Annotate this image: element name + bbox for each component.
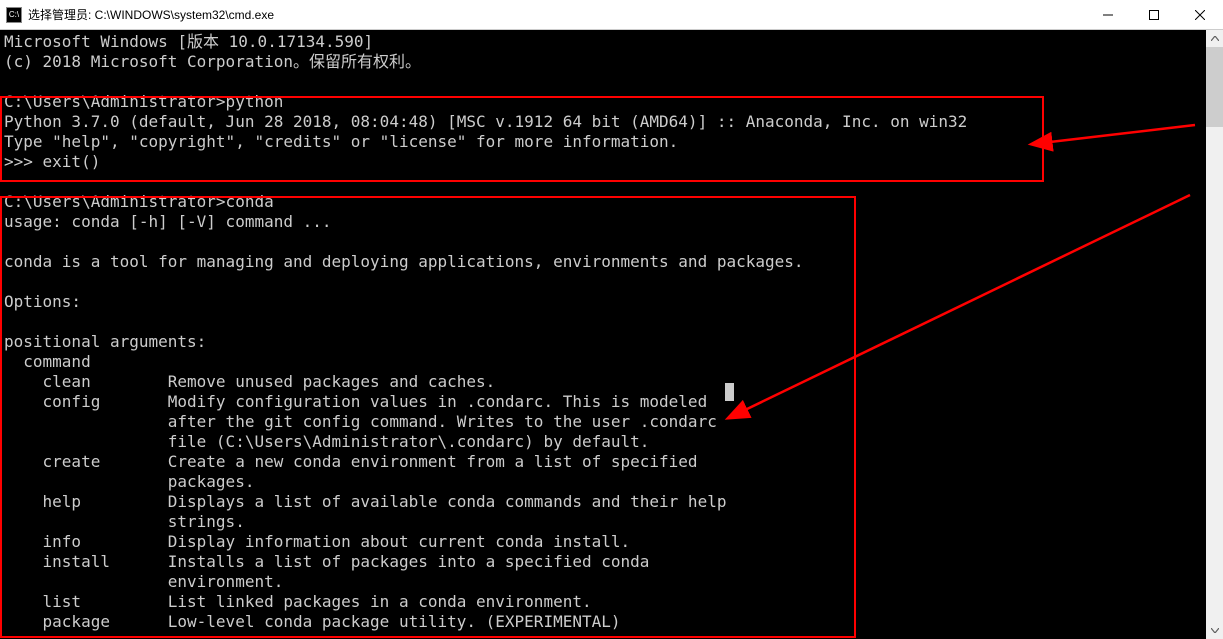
cmd-create: create Create a new conda environment fr…: [4, 452, 698, 471]
positional-args-header: positional arguments:: [4, 332, 206, 351]
prompt-python: C:\Users\Administrator>python: [4, 92, 283, 111]
python-exit-line: >>> exit(): [4, 152, 100, 171]
conda-desc-line: conda is a tool for managing and deployi…: [4, 252, 804, 271]
title-bar: C:\ 选择管理员: C:\WINDOWS\system32\cmd.exe: [0, 0, 1223, 30]
scroll-thumb[interactable]: [1206, 47, 1223, 127]
cmd-help: help Displays a list of available conda …: [4, 492, 726, 511]
cmd-list: list List linked packages in a conda env…: [4, 592, 592, 611]
vertical-scrollbar[interactable]: [1206, 30, 1223, 639]
copyright-line: (c) 2018 Microsoft Corporation。保留所有权利。: [4, 52, 421, 71]
command-line: command: [4, 352, 91, 371]
cmd-icon: C:\: [6, 7, 22, 23]
options-header: Options:: [4, 292, 81, 311]
window-controls: [1085, 0, 1223, 30]
text-cursor: [725, 383, 734, 401]
scroll-track[interactable]: [1206, 47, 1223, 622]
prompt-conda: C:\Users\Administrator>conda: [4, 192, 274, 211]
scroll-up-arrow-icon[interactable]: [1206, 30, 1223, 47]
cmd-install: install Installs a list of packages into…: [4, 552, 649, 571]
cmd-info: info Display information about current c…: [4, 532, 630, 551]
os-version-line: Microsoft Windows [版本 10.0.17134.590]: [4, 32, 373, 51]
minimize-button[interactable]: [1085, 0, 1131, 30]
cmd-config: config Modify configuration values in .c…: [4, 392, 707, 411]
python-version-line: Python 3.7.0 (default, Jun 28 2018, 08:0…: [4, 112, 967, 131]
close-button[interactable]: [1177, 0, 1223, 30]
conda-usage-line: usage: conda [-h] [-V] command ...: [4, 212, 332, 231]
scroll-down-arrow-icon[interactable]: [1206, 622, 1223, 639]
cmd-clean: clean Remove unused packages and caches.: [4, 372, 495, 391]
window-title: 选择管理员: C:\WINDOWS\system32\cmd.exe: [28, 6, 274, 23]
cmd-package: package Low-level conda package utility.…: [4, 612, 621, 631]
maximize-button[interactable]: [1131, 0, 1177, 30]
python-help-line: Type "help", "copyright", "credits" or "…: [4, 132, 678, 151]
terminal-output[interactable]: Microsoft Windows [版本 10.0.17134.590] (c…: [0, 30, 1223, 639]
